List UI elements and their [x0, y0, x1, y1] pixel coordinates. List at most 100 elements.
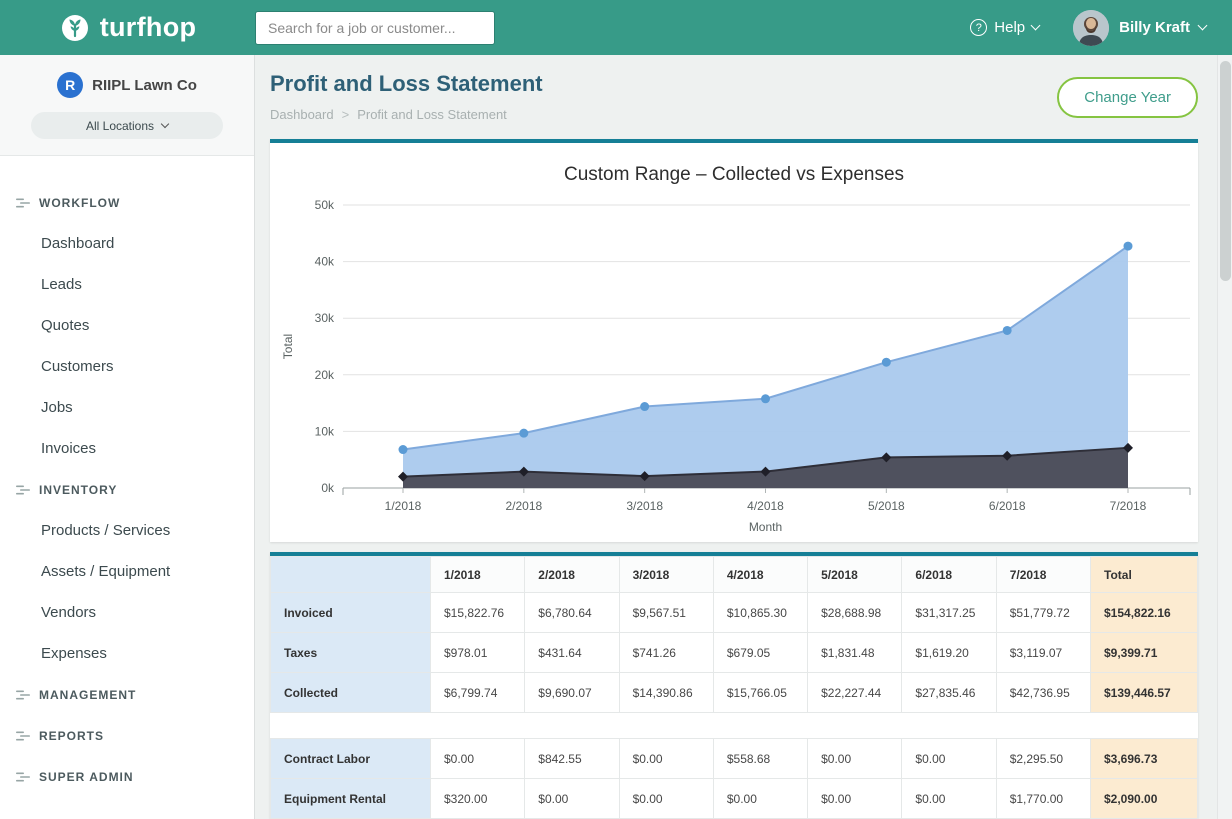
cell: $10,865.30 [713, 593, 807, 633]
table-header-row: 1/20182/20183/20184/20185/20186/20187/20… [271, 557, 1198, 593]
cell: $0.00 [902, 739, 996, 779]
row-label: Invoiced [271, 593, 431, 633]
table-row: Collected$6,799.74$9,690.07$14,390.86$15… [271, 673, 1198, 713]
pnl-table-card: 1/20182/20183/20184/20185/20186/20187/20… [270, 552, 1198, 819]
column-header: 5/2018 [808, 557, 902, 593]
cell: $42,736.95 [996, 673, 1090, 713]
cell: $3,119.07 [996, 633, 1090, 673]
column-header: 1/2018 [431, 557, 525, 593]
cell: $27,835.46 [902, 673, 996, 713]
brand-text: turfhop [100, 12, 197, 43]
cell: $0.00 [808, 739, 902, 779]
nav-section-reports[interactable]: REPORTS [0, 715, 254, 756]
sidebar-item-leads[interactable]: Leads [0, 264, 254, 305]
row-label: Collected [271, 673, 431, 713]
turfhop-logo[interactable]: turfhop [0, 12, 255, 44]
breadcrumb-current: Profit and Loss Statement [357, 107, 507, 122]
column-header: 6/2018 [902, 557, 996, 593]
nav-section-icon [16, 485, 30, 495]
x-tick-label: 6/2018 [989, 499, 1026, 513]
row-total: $154,822.16 [1091, 593, 1198, 633]
sidebar-item-customers[interactable]: Customers [0, 346, 254, 387]
search-input[interactable] [255, 11, 495, 45]
help-menu[interactable]: ? Help [970, 19, 1039, 36]
nav-section-label: SUPER ADMIN [39, 770, 134, 784]
cell: $0.00 [525, 779, 619, 819]
sidebar-nav: WORKFLOWDashboardLeadsQuotesCustomersJob… [0, 156, 254, 797]
table-row: Taxes$978.01$431.64$741.26$679.05$1,831.… [271, 633, 1198, 673]
turfhop-logo-icon [59, 12, 91, 44]
cell: $0.00 [808, 779, 902, 819]
row-total: $139,446.57 [1091, 673, 1198, 713]
chevron-down-icon [1198, 21, 1208, 31]
cell: $28,688.98 [808, 593, 902, 633]
chart-card: Custom Range – Collected vs Expenses 0k1… [270, 139, 1198, 542]
row-label: Equipment Rental [271, 779, 431, 819]
pnl-table-head: 1/20182/20183/20184/20185/20186/20187/20… [271, 557, 1198, 593]
cell: $0.00 [619, 739, 713, 779]
pnl-table: 1/20182/20183/20184/20185/20186/20187/20… [270, 556, 1198, 819]
user-menu[interactable]: Billy Kraft [1119, 19, 1206, 36]
breadcrumb-dashboard[interactable]: Dashboard [270, 107, 334, 122]
company-name: RIIPL Lawn Co [92, 77, 197, 94]
sidebar-item-invoices[interactable]: Invoices [0, 428, 254, 469]
cell: $6,799.74 [431, 673, 525, 713]
cell: $1,831.48 [808, 633, 902, 673]
cell: $679.05 [713, 633, 807, 673]
nav-section-workflow[interactable]: WORKFLOW [0, 182, 254, 223]
sidebar-item-dashboard[interactable]: Dashboard [0, 223, 254, 264]
row-total: $3,696.73 [1091, 739, 1198, 779]
x-axis-title: Month [749, 520, 782, 534]
cell: $15,822.76 [431, 593, 525, 633]
x-tick-label: 2/2018 [505, 499, 542, 513]
table-row: Invoiced$15,822.76$6,780.64$9,567.51$10,… [271, 593, 1198, 633]
nav-section-icon [16, 198, 30, 208]
column-header: 4/2018 [713, 557, 807, 593]
collected-point [1124, 242, 1133, 251]
cell: $320.00 [431, 779, 525, 819]
nav-section-super-admin[interactable]: SUPER ADMIN [0, 756, 254, 797]
collected-vs-expenses-chart: 0k10k20k30k40k50k1/20182/20183/20184/201… [270, 190, 1198, 540]
x-tick-label: 3/2018 [626, 499, 663, 513]
cell: $1,619.20 [902, 633, 996, 673]
sidebar-item-quotes[interactable]: Quotes [0, 305, 254, 346]
window-scrollbar[interactable] [1217, 55, 1232, 819]
help-label: Help [994, 19, 1025, 36]
sidebar: R RIIPL Lawn Co All Locations WORKFLOWDa… [0, 55, 255, 819]
user-name: Billy Kraft [1119, 19, 1190, 36]
column-header: 7/2018 [996, 557, 1090, 593]
nav-section-inventory[interactable]: INVENTORY [0, 469, 254, 510]
cell: $431.64 [525, 633, 619, 673]
sidebar-item-jobs[interactable]: Jobs [0, 387, 254, 428]
collected-area [403, 246, 1128, 488]
cell: $22,227.44 [808, 673, 902, 713]
cell: $558.68 [713, 739, 807, 779]
y-tick-label: 30k [315, 311, 335, 325]
scrollbar-thumb[interactable] [1220, 61, 1231, 281]
y-tick-label: 20k [315, 368, 335, 382]
cell: $0.00 [619, 779, 713, 819]
sidebar-item-products-services[interactable]: Products / Services [0, 510, 254, 551]
row-total: $9,399.71 [1091, 633, 1198, 673]
cell: $51,779.72 [996, 593, 1090, 633]
row-label: Taxes [271, 633, 431, 673]
breadcrumb-separator [342, 107, 350, 122]
x-tick-label: 1/2018 [385, 499, 422, 513]
locations-dropdown[interactable]: All Locations [31, 112, 223, 139]
cell: $6,780.64 [525, 593, 619, 633]
sidebar-item-vendors[interactable]: Vendors [0, 592, 254, 633]
nav-section-management[interactable]: MANAGEMENT [0, 674, 254, 715]
cell: $842.55 [525, 739, 619, 779]
pnl-table-body: Invoiced$15,822.76$6,780.64$9,567.51$10,… [271, 593, 1198, 819]
spacer-row [271, 713, 1198, 739]
column-header: Total [1091, 557, 1198, 593]
change-year-button[interactable]: Change Year [1057, 77, 1198, 118]
x-tick-label: 7/2018 [1110, 499, 1147, 513]
sidebar-item-expenses[interactable]: Expenses [0, 633, 254, 674]
sidebar-item-assets-equipment[interactable]: Assets / Equipment [0, 551, 254, 592]
cell: $0.00 [713, 779, 807, 819]
cell: $9,567.51 [619, 593, 713, 633]
table-row [271, 713, 1198, 739]
avatar[interactable] [1073, 10, 1109, 46]
cell: $2,295.50 [996, 739, 1090, 779]
